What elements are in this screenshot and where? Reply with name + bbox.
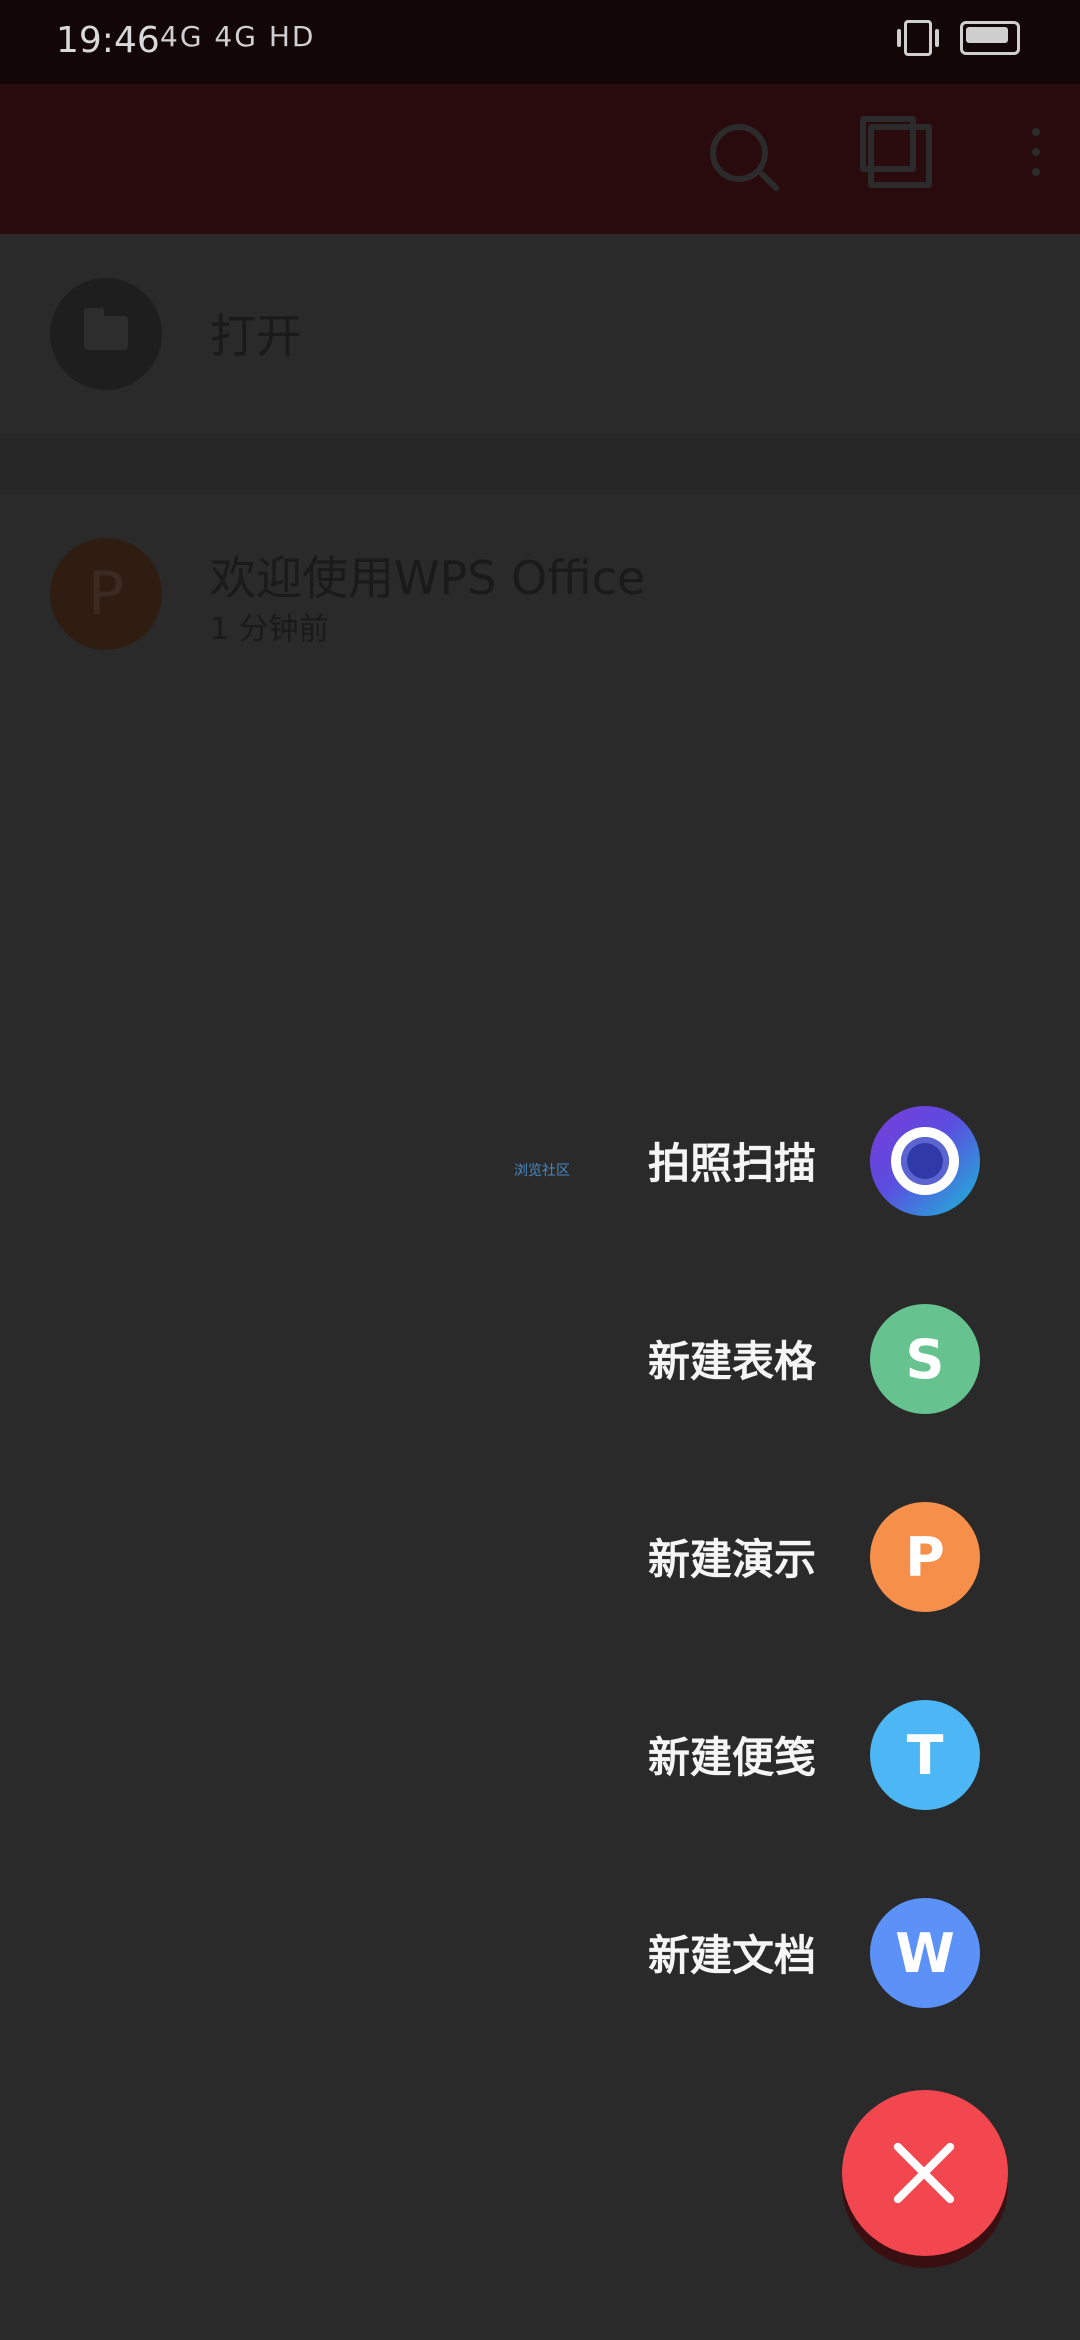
section-divider: [0, 434, 1080, 494]
presentation-icon: P: [87, 559, 125, 629]
recent-file-avatar: P: [50, 538, 162, 650]
menu-label-new-presentation: 新建演示: [647, 1535, 816, 1584]
menu-label-scan: 拍照扫描: [647, 1139, 816, 1188]
app-bar: [0, 84, 1080, 234]
search-icon[interactable]: [710, 124, 768, 182]
more-options-icon[interactable]: [1032, 148, 1040, 156]
menu-label-new-spreadsheet: 新建表格: [647, 1337, 816, 1386]
status-bar: 19:46 4G 4G HD: [0, 0, 1080, 84]
menu-item-new-document[interactable]: 新建文档 W: [580, 1892, 980, 2012]
open-label: 打开: [210, 309, 302, 363]
open-avatar: [50, 278, 162, 390]
note-letter: T: [906, 1723, 944, 1787]
vibrate-icon: [897, 20, 939, 56]
spreadsheet-icon[interactable]: S: [870, 1304, 980, 1414]
spreadsheet-letter: S: [905, 1327, 945, 1391]
recent-file-row[interactable]: P 欢迎使用WPS Office 1 分钟前: [0, 494, 1080, 694]
watermark-text: 浏览社区: [514, 1163, 570, 1179]
status-right-icons: [897, 20, 1020, 56]
camera-lens-icon: [891, 1127, 959, 1195]
app-bar-actions: [710, 116, 1040, 188]
open-row[interactable]: 打开: [0, 234, 1080, 434]
menu-label-new-document: 新建文档: [647, 1931, 816, 1980]
note-icon[interactable]: T: [870, 1700, 980, 1810]
document-letter: W: [895, 1921, 955, 1985]
recent-file-title: 欢迎使用WPS Office: [210, 551, 646, 605]
menu-item-new-presentation[interactable]: 新建演示 P: [580, 1496, 980, 1616]
menu-item-new-note[interactable]: 新建便笺 T: [580, 1694, 980, 1814]
battery-icon: [960, 21, 1020, 55]
status-signal-icons: 4G 4G HD: [160, 20, 316, 53]
close-fab-button[interactable]: [842, 2090, 1008, 2256]
menu-label-new-note: 新建便笺: [647, 1733, 816, 1782]
presentation-letter: P: [905, 1525, 945, 1589]
folder-icon: [84, 308, 128, 350]
document-icon[interactable]: W: [870, 1898, 980, 2008]
close-icon: [890, 2138, 960, 2208]
presentation-icon[interactable]: P: [870, 1502, 980, 1612]
status-time: 19:46: [56, 20, 160, 61]
menu-item-scan[interactable]: 拍照扫描: [580, 1100, 980, 1220]
camera-icon[interactable]: [870, 1106, 980, 1216]
multi-window-icon[interactable]: [860, 116, 932, 188]
menu-item-new-spreadsheet[interactable]: 新建表格 S: [580, 1298, 980, 1418]
recent-file-time: 1 分钟前: [210, 612, 329, 647]
